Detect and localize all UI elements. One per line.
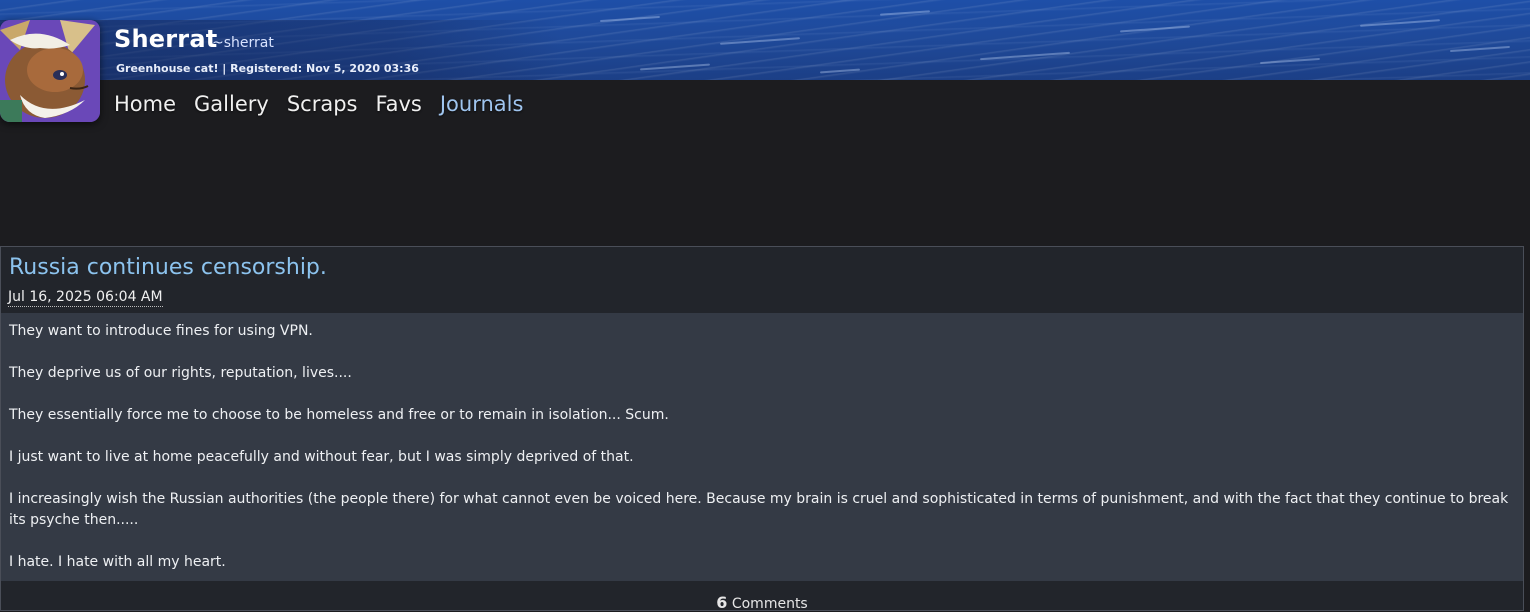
journal-paragraph: They want to introduce fines for using V… xyxy=(9,323,313,339)
banner-wave xyxy=(1260,57,1320,65)
profile-nav: Home Gallery Scraps Favs Journals xyxy=(114,92,541,116)
banner-wave xyxy=(819,68,861,74)
journal-title[interactable]: Russia continues censorship. xyxy=(9,255,327,280)
nav-favs[interactable]: Favs xyxy=(375,92,421,116)
journal-paragraph: I increasingly wish the Russian authorit… xyxy=(9,491,1509,528)
comments-label: Comments xyxy=(731,596,808,612)
banner-wave xyxy=(720,37,800,45)
profile-handle: ~sherrat xyxy=(212,35,274,51)
journal-paragraph: They deprive us of our rights, reputatio… xyxy=(9,365,352,381)
journal-date: Jul 16, 2025 06:04 AM xyxy=(8,289,163,307)
banner-wave xyxy=(1120,25,1190,33)
nav-journals[interactable]: Journals xyxy=(440,92,524,116)
banner-wave xyxy=(1360,19,1440,27)
avatar-image xyxy=(0,20,100,122)
banner-wave xyxy=(879,10,931,16)
nav-scraps[interactable]: Scraps xyxy=(287,92,358,116)
nav-gallery[interactable]: Gallery xyxy=(194,92,269,116)
banner-wave xyxy=(600,15,660,23)
profile-display-name: Sherrat xyxy=(114,25,218,53)
journal-paragraph: They essentially force me to choose to b… xyxy=(9,407,669,423)
journal-body: They want to introduce fines for using V… xyxy=(1,313,1523,581)
comment-count: 6 xyxy=(716,593,728,612)
journal-paragraph: I hate. I hate with all my heart. xyxy=(9,554,226,570)
journal-entry: Russia continues censorship. Jul 16, 202… xyxy=(0,246,1524,612)
banner-wave xyxy=(640,63,710,71)
comments-link[interactable]: 6 Comments xyxy=(1,581,1523,612)
journal-paragraph: I just want to live at home peacefully a… xyxy=(9,449,634,465)
banner-wave xyxy=(980,51,1070,61)
nav-home[interactable]: Home xyxy=(114,92,176,116)
profile-tagline: Greenhouse cat! | Registered: Nov 5, 202… xyxy=(116,62,419,75)
banner-wave xyxy=(1450,45,1510,53)
avatar[interactable] xyxy=(0,20,100,122)
